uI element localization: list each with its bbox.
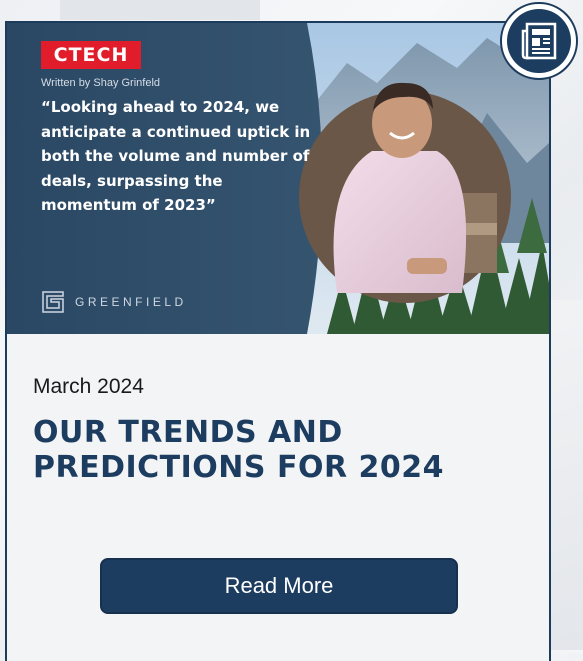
article-title[interactable]: OUR TRENDS AND PREDICTIONS FOR 2024 — [33, 415, 513, 485]
newspaper-badge — [500, 2, 578, 80]
ctech-logo: CTECH — [41, 41, 141, 69]
greenfield-logo-icon — [42, 291, 64, 313]
quote-text: “Looking ahead to 2024, we anticipate a … — [41, 98, 311, 214]
article-date: March 2024 — [33, 375, 144, 398]
article-card[interactable]: CTECH Written by Shay Grinfeld “Looking … — [5, 21, 551, 661]
read-more-button[interactable]: Read More — [100, 558, 458, 614]
article-banner-image[interactable]: CTECH Written by Shay Grinfeld “Looking … — [7, 23, 549, 334]
newspaper-icon — [521, 22, 557, 60]
byline: Written by Shay Grinfeld — [41, 77, 161, 89]
brand-name: GREENFIELD — [75, 295, 187, 309]
greenfield-logo: GREENFIELD — [41, 290, 187, 314]
background-shape — [60, 0, 260, 20]
